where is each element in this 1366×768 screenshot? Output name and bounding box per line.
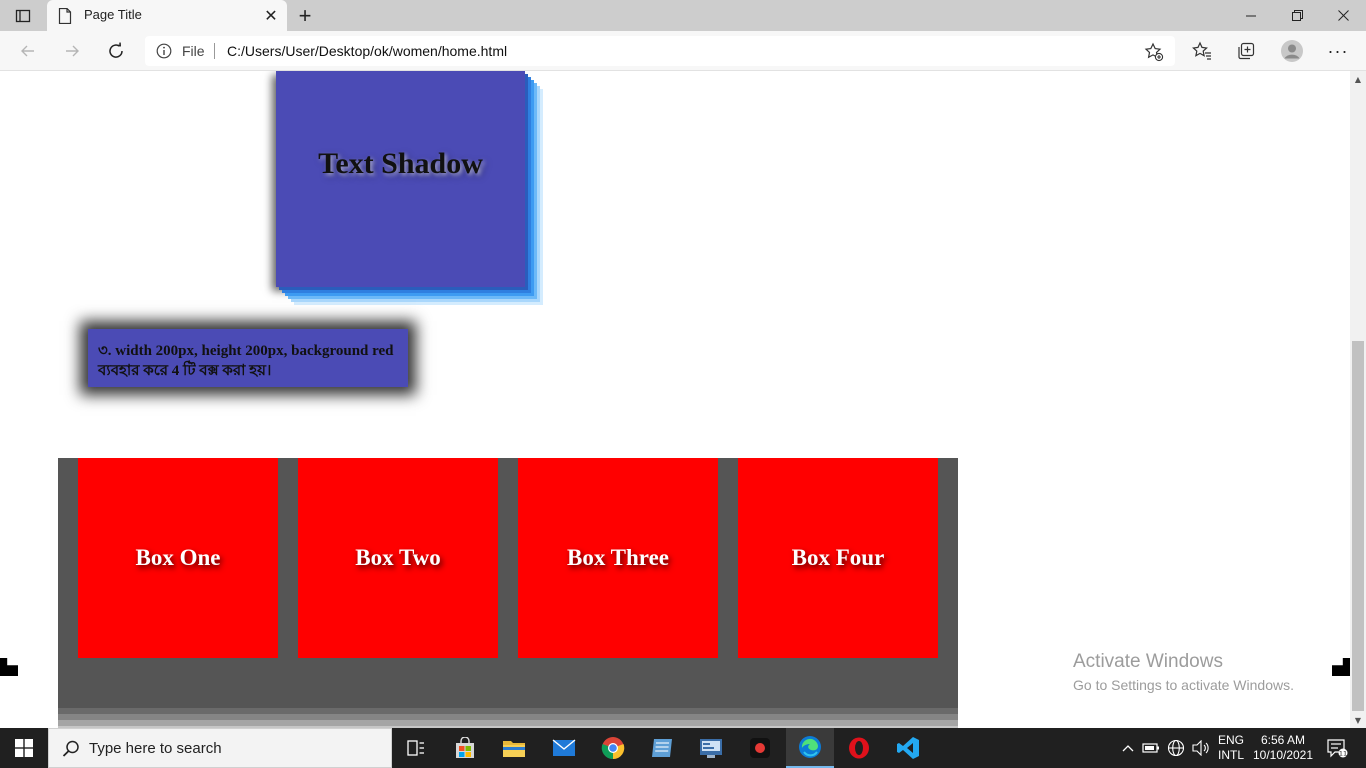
clock-date: 10/10/2021 bbox=[1252, 748, 1314, 762]
volume-icon[interactable] bbox=[1190, 728, 1212, 768]
close-window-button[interactable] bbox=[1320, 0, 1366, 31]
back-button[interactable] bbox=[14, 37, 42, 65]
vertical-scrollbar[interactable]: ▲ ▼ bbox=[1350, 71, 1366, 728]
windows-start-icon[interactable] bbox=[0, 728, 48, 768]
page-viewport: Text Shadow ৩. width 200px, height 200px… bbox=[0, 71, 1350, 728]
corner-marker-left bbox=[0, 658, 18, 676]
taskbar-search-placeholder: Type here to search bbox=[89, 740, 222, 757]
task-view-icon[interactable] bbox=[392, 728, 440, 768]
box-four: Box Four bbox=[738, 458, 938, 658]
browser-titlebar: Page Title ✕ + bbox=[0, 0, 1366, 31]
minimize-button[interactable] bbox=[1228, 0, 1274, 31]
taskbar-clock[interactable]: 6:56 AM 10/10/2021 bbox=[1250, 728, 1316, 768]
collections-icon[interactable] bbox=[1231, 37, 1261, 65]
new-tab-button[interactable]: + bbox=[292, 3, 318, 28]
text-shadow-box: Text Shadow bbox=[276, 71, 525, 287]
close-tab-icon[interactable]: ✕ bbox=[262, 6, 280, 25]
activate-windows-subtitle: Go to Settings to activate Windows. bbox=[1073, 677, 1294, 693]
notification-center-icon[interactable]: 11 bbox=[1320, 728, 1354, 768]
keyboard-layout: INTL bbox=[1217, 748, 1244, 762]
favorites-icon[interactable] bbox=[1187, 37, 1217, 65]
profile-avatar-icon[interactable] bbox=[1277, 37, 1307, 65]
browser-toolbar: File C:/Users/User/Desktop/ok/women/home… bbox=[0, 31, 1366, 71]
search-icon bbox=[61, 739, 81, 759]
page-document-icon bbox=[58, 7, 72, 25]
input-language-indicator[interactable]: ENG INTL bbox=[1214, 728, 1248, 768]
clock-time: 6:56 AM bbox=[1260, 733, 1306, 747]
control-panel-icon[interactable] bbox=[687, 728, 735, 768]
notification-count: 11 bbox=[1339, 749, 1347, 757]
opera-icon[interactable] bbox=[835, 728, 883, 768]
notepad-app-icon[interactable] bbox=[638, 728, 686, 768]
edge-icon[interactable] bbox=[786, 728, 834, 768]
address-divider bbox=[214, 43, 215, 59]
activate-windows-watermark: Activate Windows Go to Settings to activ… bbox=[1073, 651, 1294, 693]
box-two: Box Two bbox=[298, 458, 498, 658]
show-hidden-icons-icon[interactable] bbox=[1118, 728, 1138, 768]
microsoft-store-icon[interactable] bbox=[441, 728, 489, 768]
box-three-label: Box Three bbox=[566, 545, 670, 570]
forward-button[interactable] bbox=[58, 37, 86, 65]
boxes-container: Box One Box Two Box Three Box Four bbox=[58, 458, 958, 708]
box-four-label: Box Four bbox=[791, 545, 885, 570]
box-two-label: Box Two bbox=[355, 545, 441, 570]
network-globe-icon[interactable] bbox=[1164, 728, 1188, 768]
screen-recorder-icon[interactable] bbox=[736, 728, 784, 768]
note-text: ৩. width 200px, height 200px, background… bbox=[98, 343, 394, 379]
address-scheme-label: File bbox=[182, 43, 205, 59]
file-explorer-icon[interactable] bbox=[490, 728, 538, 768]
note-box: ৩. width 200px, height 200px, background… bbox=[88, 329, 408, 387]
refresh-button[interactable] bbox=[102, 37, 130, 65]
tab-actions-icon[interactable] bbox=[8, 4, 38, 28]
browser-tab[interactable]: Page Title ✕ bbox=[47, 0, 287, 31]
more-menu-icon[interactable]: ··· bbox=[1323, 37, 1353, 65]
battery-icon[interactable] bbox=[1140, 728, 1162, 768]
box-three: Box Three bbox=[518, 458, 718, 658]
windows-taskbar: Type here to search ENG INTL 6:56 AM 10/… bbox=[0, 728, 1366, 768]
restore-button[interactable] bbox=[1274, 0, 1320, 31]
mail-icon[interactable] bbox=[540, 728, 588, 768]
language-code: ENG bbox=[1217, 733, 1244, 747]
scrollbar-thumb[interactable] bbox=[1352, 341, 1364, 711]
activate-windows-title: Activate Windows bbox=[1073, 651, 1223, 672]
box-one-label: Box One bbox=[135, 545, 221, 570]
address-bar[interactable]: File C:/Users/User/Desktop/ok/women/home… bbox=[145, 36, 1175, 66]
taskbar-search-box[interactable]: Type here to search bbox=[48, 728, 392, 768]
box-one: Box One bbox=[78, 458, 278, 658]
chrome-icon[interactable] bbox=[589, 728, 637, 768]
scroll-up-arrow-icon[interactable]: ▲ bbox=[1350, 71, 1366, 87]
tab-title: Page Title bbox=[84, 7, 142, 22]
corner-marker-right bbox=[1332, 658, 1350, 676]
add-favorite-icon[interactable] bbox=[1143, 41, 1165, 63]
scroll-down-arrow-icon[interactable]: ▼ bbox=[1350, 712, 1366, 728]
address-url[interactable]: C:/Users/User/Desktop/ok/women/home.html bbox=[227, 43, 507, 59]
text-shadow-heading: Text Shadow bbox=[318, 147, 483, 180]
site-info-icon[interactable] bbox=[156, 43, 172, 59]
vscode-icon[interactable] bbox=[884, 728, 932, 768]
